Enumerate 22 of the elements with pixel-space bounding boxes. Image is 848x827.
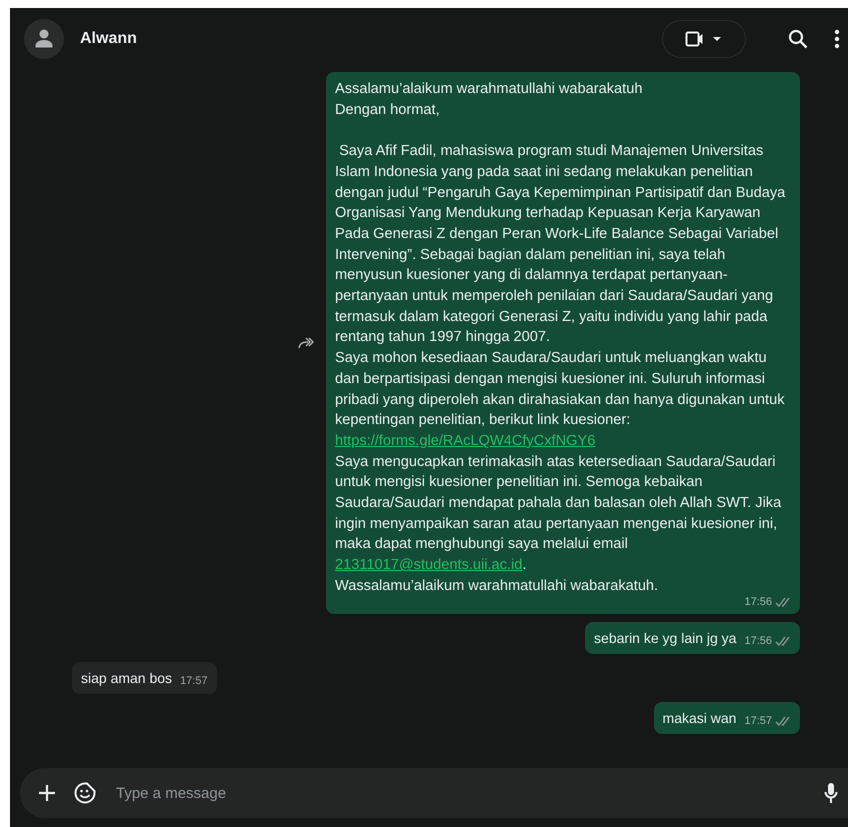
contact-name[interactable]: Alwann: [80, 30, 137, 48]
message-input[interactable]: Type a message: [114, 784, 806, 802]
message-time: 17:56: [744, 594, 772, 609]
message-text: makasi wan: [662, 709, 736, 728]
forward-icon[interactable]: [298, 336, 314, 349]
message-text: sebarin ke yg lain jg ya: [594, 628, 736, 648]
video-camera-icon: [685, 31, 723, 47]
message-time: 17:57: [744, 714, 772, 728]
video-call-button[interactable]: [662, 20, 746, 58]
avatar-icon[interactable]: [24, 19, 64, 59]
message-text: siap aman bos: [81, 668, 172, 688]
microphone-icon[interactable]: [824, 782, 838, 804]
message-text: Assalamu’alaikum warahmatullahi wabarakatuh Dengan hormat, Saya Afif Fadil, mahasiswa program studi Manajemen Universitas Islam Indonesia yang pada saat ini sedang melakukan penelitian dengan judul “Pengaruh Gaya Kepemimpinan Partisipatif dan Budaya Organisasi Yang Mendukung terhadap Kepuasan Kerja Karyawan Pada Generasi Z dengan Peran Work-Life Balance Sebagai Variabel Intervening”. Sebagai bagian dalam penelitian ini, saya telah menyusun kuesioner yang di dalamnya terdapat pertanyaan-pertanyaan untuk memperoleh penilaian dari Saudara/Saudari yang termasuk dalam kategori Generasi Z, yaitu individu yang lahir pada rentang tahun 1997 hingga 2007. Saya mohon kesediaan Saudara/Saudari untuk meluangkan waktu dan berpartisipasi dengan mengisi kuesioner ini. Suluruh informasi pribadi yang diperoleh akan dirahasiakan dan hanya digunakan untuk kepentingan penelitian, berikut link kuesioner: https://forms.gle/RAcLQW4CfyCxfNGY6 Saya mengucapkan terimakasih atas ketersediaan Saudara/Saudari untuk mengisi kuesioner penelitian ini. Semoga kebaikan Saudara/Saudari mendapat pahala dan balasan oleh Allah SWT. Jika ingin menyampaikan saran atau pertanyaan mengenai kuesioner ini, maka dapat menghubungi saya melalui email 21311017@students.uii.ac.id. Wassalamu’alaikum warahmatullahi wabarakatuh.: [335, 80, 786, 596]
message-link[interactable]: 21311017@students.uii.ac.id: [335, 557, 522, 574]
message-field[interactable]: Type a message: [20, 768, 848, 818]
plus-icon[interactable]: [38, 784, 56, 802]
message-link[interactable]: https://forms.gle/RAcLQW4CfyCxfNGY6: [335, 432, 596, 449]
sticker-icon[interactable]: [74, 782, 96, 804]
menu-icon[interactable]: [834, 29, 840, 49]
message-time: 17:56: [744, 634, 772, 648]
search-icon[interactable]: [788, 29, 808, 49]
message-time: 17:57: [180, 674, 208, 688]
